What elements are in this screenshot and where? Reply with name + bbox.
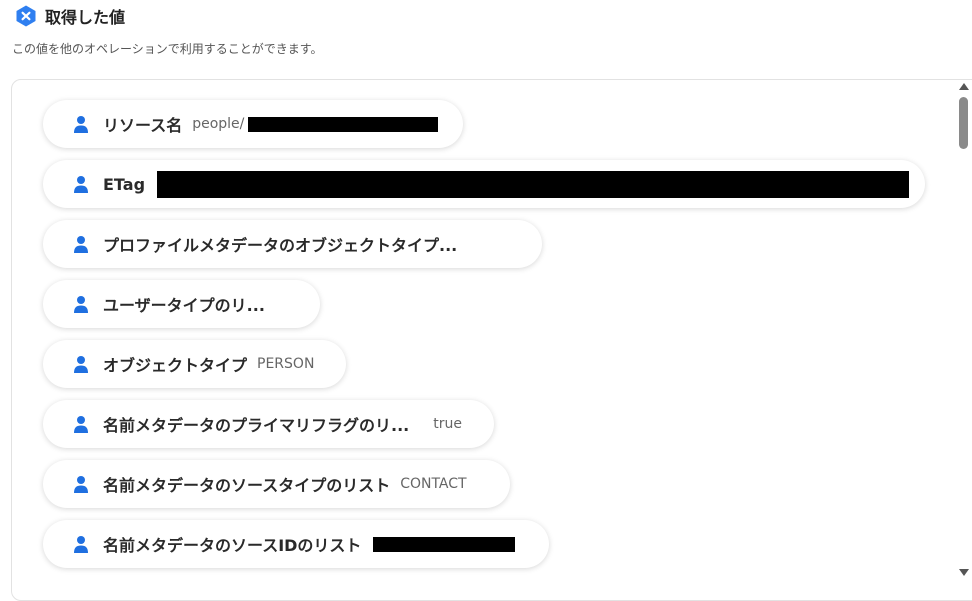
scrollbar-thumb[interactable] xyxy=(959,97,968,149)
person-icon xyxy=(74,476,88,493)
value-item-label: 名前メタデータのプライマリフラグのリ... xyxy=(103,416,410,435)
section-description: この値を他のオペレーションで利用することができます。 xyxy=(12,42,323,56)
header: 取得した値 xyxy=(14,4,125,28)
value-item-value: CONTACT xyxy=(400,476,467,492)
value-item-name-primary-flag[interactable]: 名前メタデータのプライマリフラグのリ... true xyxy=(43,400,494,448)
person-icon xyxy=(74,296,88,313)
value-item-name-source-type[interactable]: 名前メタデータのソースタイプのリスト CONTACT xyxy=(43,460,510,508)
value-item-label: リソース名 xyxy=(103,116,183,135)
redacted-value xyxy=(248,116,439,132)
redacted-value xyxy=(157,170,910,198)
person-icon xyxy=(74,536,88,553)
scroll-down-arrow-icon[interactable] xyxy=(959,569,969,576)
person-icon xyxy=(74,236,88,253)
value-item-name-source-id[interactable]: 名前メタデータのソースIDのリスト xyxy=(43,520,549,568)
value-item-profile-object-type[interactable]: プロファイルメタデータのオブジェクトタイプ... xyxy=(43,220,542,268)
value-item-object-type[interactable]: オブジェクトタイプ PERSON xyxy=(43,340,346,388)
section-title: 取得した値 xyxy=(45,8,126,27)
values-panel: リソース名 people/ ETag プロファイルメタデータのオブジェクトタイプ… xyxy=(11,79,972,601)
person-icon xyxy=(74,416,88,433)
person-icon xyxy=(74,116,88,133)
value-item-value: true xyxy=(433,416,462,432)
value-item-value: people/ xyxy=(192,116,245,132)
shield-x-icon xyxy=(16,5,36,27)
value-item-label: ユーザータイプのリ... xyxy=(103,296,265,315)
value-item-label: ETag xyxy=(103,174,146,194)
value-item-user-type[interactable]: ユーザータイプのリ... xyxy=(43,280,320,328)
scroll-up-arrow-icon[interactable] xyxy=(959,83,969,90)
scrollbar[interactable] xyxy=(956,79,972,580)
value-item-label: 名前メタデータのソースタイプのリスト xyxy=(103,476,391,495)
value-item-label: オブジェクトタイプ xyxy=(103,356,248,375)
value-item-resource-name[interactable]: リソース名 people/ xyxy=(43,100,463,148)
value-item-value: PERSON xyxy=(257,356,315,372)
value-item-etag[interactable]: ETag xyxy=(43,160,925,208)
person-icon xyxy=(74,176,88,193)
redacted-value xyxy=(373,536,516,552)
person-icon xyxy=(74,356,88,373)
value-item-label: 名前メタデータのソースIDのリスト xyxy=(103,536,362,555)
value-item-label: プロファイルメタデータのオブジェクトタイプ... xyxy=(103,236,458,255)
